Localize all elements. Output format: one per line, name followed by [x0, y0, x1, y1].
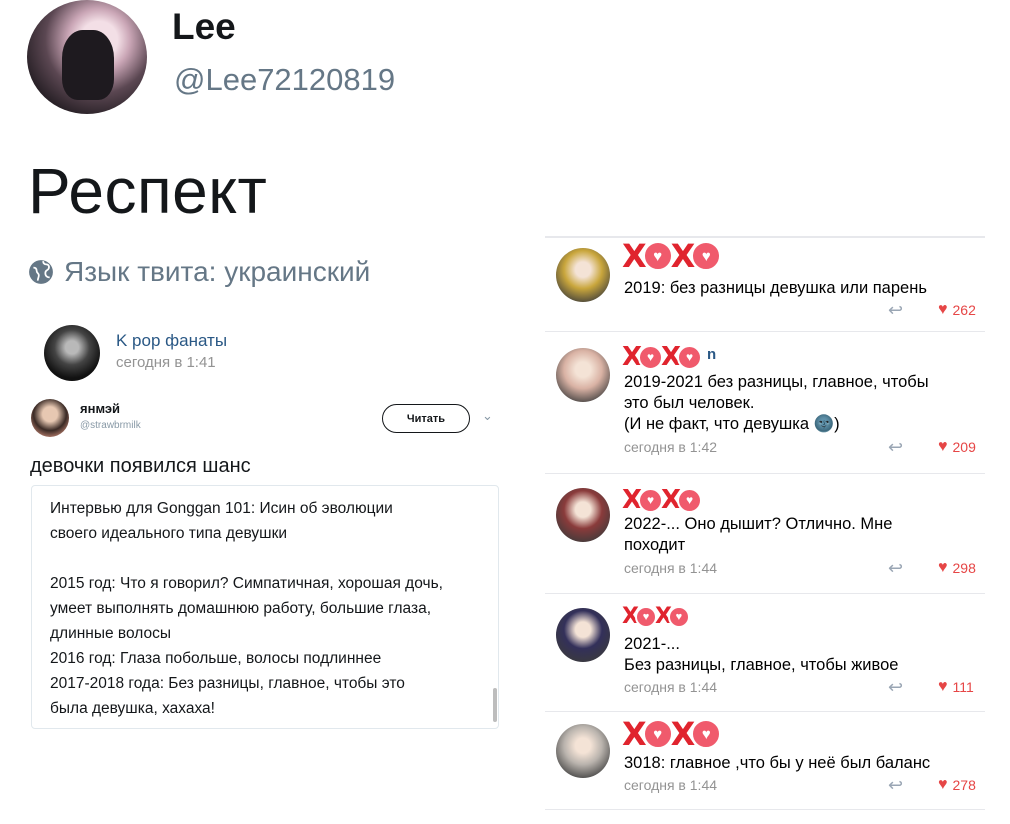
- follow-button: Читать: [382, 404, 470, 433]
- heart-badge-icon: ♥: [634, 606, 657, 628]
- commenter-avatar: [556, 348, 610, 402]
- comment-text: это был человек.: [624, 394, 755, 412]
- heart-icon: ♥: [938, 559, 948, 576]
- quote-line: 2017-2018 года: Без разницы, главное, чт…: [50, 675, 405, 692]
- like-button: ♥ 111: [938, 678, 974, 696]
- comment-text: походит: [624, 536, 686, 554]
- heart-badge-icon: ♥: [691, 241, 722, 271]
- group-post-time: сегодня в 1:41: [116, 354, 216, 371]
- heart-icon: ♥: [938, 438, 948, 455]
- group-avatar: [44, 325, 100, 381]
- commenter-avatar: [556, 608, 610, 662]
- embedded-tweet-name: янмэй: [80, 401, 121, 416]
- profile-avatar[interactable]: [27, 0, 147, 114]
- like-button: ♥ 278: [938, 776, 976, 794]
- scrollbar-thumb: [493, 688, 497, 722]
- quote-line: [50, 546, 480, 571]
- quote-line: Интервью для Gonggan 101: Исин об эволюц…: [50, 500, 393, 517]
- like-count: 298: [952, 560, 976, 576]
- language-note: Язык твита: украинский: [64, 256, 371, 287]
- chevron-down-icon: ⌄: [482, 408, 493, 423]
- heart-badge-icon: ♥: [638, 487, 664, 513]
- heart-badge-icon: ♥: [642, 719, 673, 749]
- commenter-avatar: [556, 488, 610, 542]
- quote-line: своего идеального типа девушки: [50, 525, 288, 542]
- comment-time: сегодня в 1:44: [624, 679, 718, 695]
- comment-text: Без разницы, главное, чтобы живое: [624, 656, 899, 674]
- globe-icon: [29, 260, 53, 284]
- commenter-avatar: [556, 724, 610, 778]
- like-count: 111: [952, 679, 974, 695]
- quote-line: 2016 год: Глаза побольше, волосы подлинн…: [50, 650, 382, 667]
- comment-item: X ♥ X ♥ 3018: главное ,что бы у неё был бал…: [545, 712, 985, 810]
- censor-marks: X ♥ X ♥: [622, 718, 722, 750]
- like-button: ♥ 262: [938, 301, 976, 319]
- like-count: 278: [952, 777, 976, 793]
- tweet-language-row[interactable]: Язык твита: украинский: [28, 256, 370, 288]
- comments-screenshot: X ♥ X ♥ 2019: без разницы девушка или парен…: [545, 236, 985, 814]
- reply-icon: ↩: [888, 300, 904, 320]
- comment-time: сегодня в 1:44: [624, 777, 718, 793]
- comment-text: 3018: главное ,что бы у неё был баланс: [624, 754, 931, 772]
- group-name: K pop фанаты: [116, 331, 228, 350]
- comment-text: 2022-... Оно дышит? Отлично. Мне: [624, 515, 893, 533]
- comment-text: 2019-2021 без разницы, главное, чтобы: [624, 373, 929, 391]
- comment-text: 2019: без разницы девушка или парень: [624, 279, 927, 297]
- commenter-avatar: [556, 248, 610, 302]
- heart-badge-icon: ♥: [691, 719, 722, 749]
- comment-text: 2021-...: [624, 635, 680, 653]
- heart-badge-icon: ♥: [677, 487, 703, 513]
- heart-badge-icon: ♥: [677, 344, 703, 370]
- heart-icon: ♥: [938, 301, 948, 318]
- censor-marks: X ♥ X ♥: [622, 606, 690, 628]
- heart-icon: ♥: [938, 776, 948, 793]
- comment-time: сегодня в 1:44: [624, 560, 718, 576]
- quote-line: была девушка, хахаха!: [50, 700, 215, 717]
- reply-icon: ↩: [888, 558, 904, 578]
- embedded-tweet-handle: @strawbrmilk: [80, 420, 141, 431]
- comment-item: X ♥ X ♥ 2022-... Оно дышит? Отлично. Мне по…: [545, 474, 985, 594]
- reply-icon: ↩: [888, 437, 904, 457]
- quote-line: длинные волосы: [50, 625, 172, 642]
- censor-marks: X ♥ X ♥: [622, 487, 703, 513]
- quote-line: 2015 год: Что я говорил? Симпатичная, хо…: [50, 575, 443, 592]
- tweet-text: Респект: [28, 155, 268, 227]
- comment-item: n X ♥ X ♥ 2019-2021 без разницы, главное, ч…: [545, 332, 985, 474]
- like-count: 209: [952, 439, 976, 455]
- heart-badge-icon: ♥: [642, 241, 673, 271]
- censor-marks: X ♥ X ♥: [622, 344, 703, 370]
- comment-item: X ♥ X ♥ 2021-... Без разницы, главное, чтоб…: [545, 594, 985, 712]
- like-button: ♥ 298: [938, 559, 976, 577]
- quoted-text-box: Интервью для Gonggan 101: Исин об эволюц…: [31, 485, 499, 729]
- user-handle[interactable]: @Lee72120819: [174, 62, 395, 98]
- embedded-tweet-avatar: [31, 399, 69, 437]
- heart-badge-icon: ♥: [667, 606, 690, 628]
- comment-text: (И не факт, что девушка 🌚): [624, 415, 840, 433]
- heart-badge-icon: ♥: [638, 344, 664, 370]
- like-button: ♥ 209: [938, 438, 976, 456]
- reply-icon: ↩: [888, 775, 904, 795]
- comment-item: X ♥ X ♥ 2019: без разницы девушка или парен…: [545, 238, 985, 332]
- comment-time: сегодня в 1:42: [624, 439, 718, 455]
- like-count: 262: [952, 302, 976, 318]
- heart-icon: ♥: [938, 678, 948, 695]
- reply-icon: ↩: [888, 677, 904, 697]
- display-name[interactable]: Lee: [172, 6, 236, 48]
- quote-line: умеет выполнять домашнюю работу, большие…: [50, 600, 431, 617]
- embedded-tweet-text: девочки появился шанс: [30, 455, 251, 477]
- censor-marks: X ♥ X ♥: [622, 240, 722, 272]
- commenter-name: n: [707, 346, 717, 363]
